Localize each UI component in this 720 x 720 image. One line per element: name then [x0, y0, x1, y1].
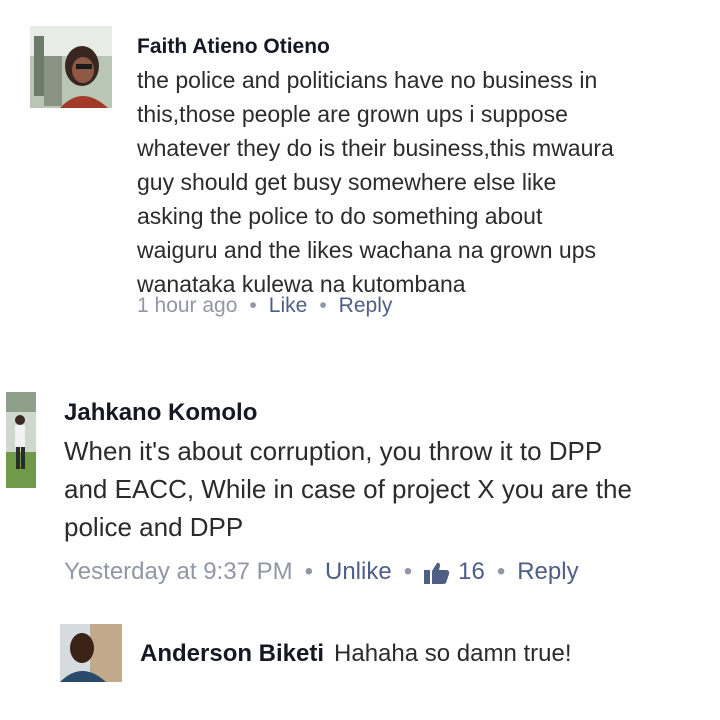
reply-text: Hahaha so damn true! [334, 640, 572, 667]
avatar[interactable] [60, 624, 122, 682]
comment-author[interactable]: Jahkano Komolo [64, 399, 257, 427]
separator-dot: • [249, 294, 257, 317]
like-count[interactable]: 16 [424, 558, 485, 586]
profile-photo-icon [60, 624, 122, 682]
unlike-link[interactable]: Unlike [325, 558, 392, 586]
separator-dot: • [403, 558, 413, 585]
reply-line: Anderson Biketi Hahaha so damn true! [140, 640, 572, 668]
avatar[interactable] [6, 392, 36, 488]
comment-text: the police and politicians have no busin… [137, 67, 614, 297]
avatar[interactable] [30, 26, 112, 108]
separator-dot: • [319, 294, 327, 317]
separator-dot: • [304, 558, 313, 585]
profile-photo-icon [6, 392, 36, 488]
comment-meta: Yesterday at 9:37 PM • Unlike • 16 • Rep… [64, 558, 579, 586]
reply-link[interactable]: Reply [339, 294, 393, 318]
thumbs-up-icon [424, 562, 450, 584]
comment-author[interactable]: Faith Atieno Otieno [137, 35, 330, 59]
separator-dot: • [496, 558, 506, 585]
comment-timestamp[interactable]: 1 hour ago [137, 294, 237, 318]
reply-author[interactable]: Anderson Biketi [140, 640, 324, 667]
comment-text: When it's about corruption, you throw it… [64, 436, 632, 542]
comment-timestamp[interactable]: Yesterday at 9:37 PM [64, 558, 293, 586]
reply-link[interactable]: Reply [517, 558, 578, 586]
like-count-value: 16 [458, 558, 485, 585]
comment-meta: 1 hour ago • Like • Reply [137, 294, 392, 318]
profile-photo-icon [30, 26, 112, 108]
like-link[interactable]: Like [269, 294, 308, 318]
